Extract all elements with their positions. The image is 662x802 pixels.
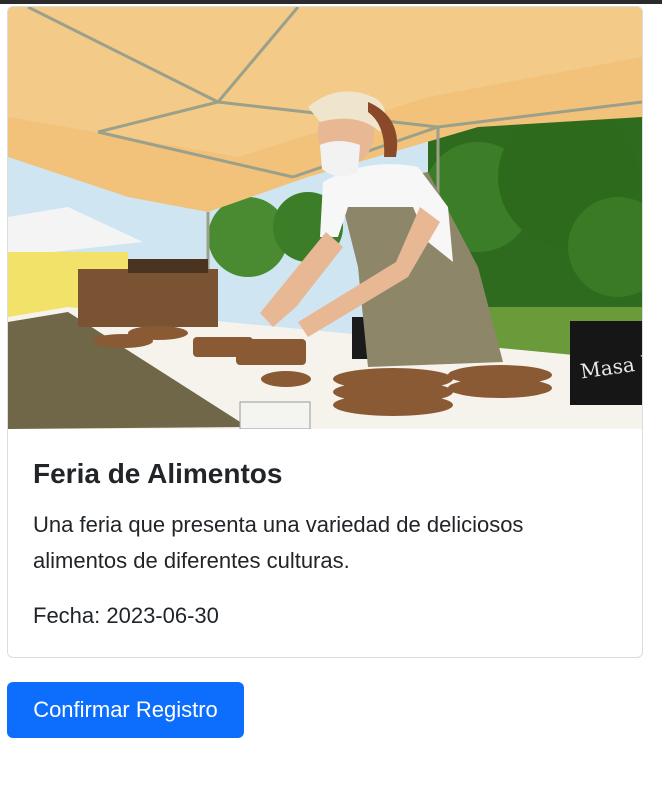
event-card: Masa M Feria de Alimentos Una feria que … <box>7 6 643 658</box>
confirm-registration-button[interactable]: Confirmar Registro <box>7 682 244 738</box>
event-description: Una feria que presenta una variedad de d… <box>33 512 524 573</box>
top-bar <box>0 0 662 4</box>
event-photo: Masa M <box>8 7 642 429</box>
event-date: Fecha: 2023-06-30 <box>33 603 219 628</box>
event-title: Feria de Alimentos <box>33 458 283 489</box>
card-body: Feria de Alimentos Una feria que present… <box>8 457 642 631</box>
